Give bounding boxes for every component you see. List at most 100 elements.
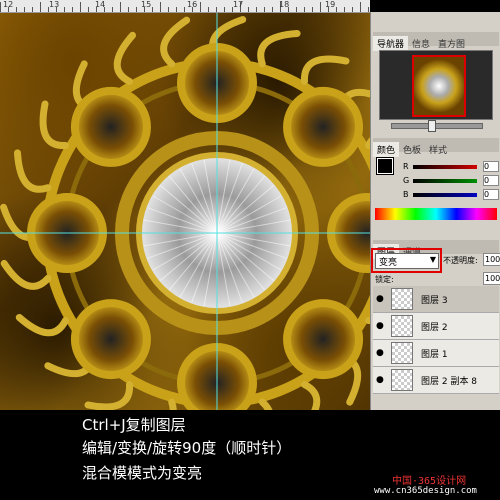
- ruler-tick: [0, 2, 1, 12]
- ruler-tick: [160, 2, 161, 12]
- tab-styles[interactable]: 样式: [425, 142, 451, 157]
- flame-ray: [0, 259, 52, 290]
- navigator-view-box[interactable]: [412, 55, 466, 117]
- ruler-label: 18: [279, 0, 290, 9]
- flame-ray: [300, 55, 350, 85]
- satellite-medallion: [70, 86, 151, 167]
- panels-dock: 导航器信息直方图 颜色色板样式 R0G0B0 图层通道 变亮 ▼ 不透明度: 1…: [370, 12, 500, 410]
- channel-label-g: G: [403, 176, 410, 185]
- satellite-medallion: [283, 86, 364, 167]
- layer-name: 图层 2 副本 8: [421, 377, 478, 387]
- ruler-tick: [320, 2, 321, 12]
- ruler-tick: [368, 7, 369, 12]
- ruler-tick: [176, 7, 177, 12]
- caption-line-3: 混合模模式为变亮: [82, 464, 203, 482]
- channel-slider-b[interactable]: [413, 193, 477, 197]
- flame-ray: [160, 16, 191, 68]
- ruler-tick: [112, 7, 113, 12]
- eye-icon[interactable]: ●: [376, 348, 384, 358]
- ruler-tick: [72, 7, 73, 12]
- navigator-preview[interactable]: [379, 50, 493, 120]
- ruler-tick: [216, 7, 217, 12]
- watermark-url: www.cn365design.com: [374, 486, 477, 496]
- ruler-tick: [344, 7, 345, 12]
- ruler-label: 16: [187, 0, 198, 9]
- ruler-tick: [32, 7, 33, 12]
- color-tabs: 颜色 色板 样式: [373, 138, 499, 157]
- flame-ray: [301, 381, 321, 410]
- layer-row[interactable]: ● 图层 2: [373, 313, 499, 340]
- ruler-tick: [136, 7, 137, 12]
- eye-icon[interactable]: ●: [376, 294, 384, 304]
- opacity-input[interactable]: 100%: [483, 253, 500, 266]
- ruler-tick: [80, 2, 81, 12]
- document-canvas[interactable]: 12 13 14 15 16 17 18 19: [0, 0, 370, 410]
- ruler-tick: [64, 7, 65, 12]
- ruler-tick: [88, 7, 89, 12]
- tab-swatches[interactable]: 色板: [399, 142, 425, 157]
- ruler-tick: [152, 7, 153, 12]
- ruler-tick: [208, 7, 209, 12]
- ruler-tick: [360, 2, 361, 12]
- flame-ray: [13, 149, 52, 193]
- navigator-tabs: 导航器 信息 直方图: [373, 32, 499, 51]
- color-spectrum-bar[interactable]: [375, 208, 497, 220]
- layer-thumbnail: [391, 315, 413, 337]
- fill-input[interactable]: 100%: [483, 272, 500, 285]
- channel-label-r: R: [403, 162, 409, 171]
- lock-label: 锁定:: [375, 275, 394, 284]
- eye-icon[interactable]: ●: [376, 375, 384, 385]
- watermark-title: 中国·365设计网: [392, 476, 467, 487]
- ruler-label: 17: [233, 0, 244, 9]
- flame-ray: [39, 100, 69, 150]
- ruler-tick: [120, 2, 121, 12]
- channel-value-g[interactable]: 0: [483, 175, 499, 186]
- layer-name: 图层 3: [421, 296, 448, 306]
- ruler-tick: [352, 7, 353, 12]
- layer-row[interactable]: ● 图层 2 副本 8: [373, 367, 499, 394]
- zoom-slider-thumb[interactable]: [428, 120, 436, 132]
- flame-ray: [113, 31, 137, 85]
- tab-info[interactable]: 信息: [408, 36, 434, 51]
- satellite-medallion: [70, 299, 151, 380]
- zoom-slider[interactable]: [391, 120, 483, 132]
- ruler-label: 19: [325, 0, 336, 9]
- tab-navigator[interactable]: 导航器: [373, 36, 409, 51]
- caption-area: Ctrl+J复制图层 编辑/变换/旋转90度（顺时针） 混合模模式为变亮 中国·…: [0, 410, 500, 500]
- satellite-medallion: [283, 299, 364, 380]
- artwork-svg: [0, 12, 370, 410]
- layer-row[interactable]: ● 图层 3: [373, 286, 499, 313]
- ruler-label: 15: [141, 0, 152, 9]
- caption-line-2: 编辑/变换/旋转90度（顺时针）: [82, 439, 292, 457]
- ruler-label: 13: [49, 0, 60, 9]
- ruler-tick: [128, 7, 129, 12]
- flame-ray: [15, 313, 69, 337]
- ruler-tick: [312, 7, 313, 12]
- caption-line-1: Ctrl+J复制图层: [82, 416, 186, 434]
- channel-slider-r[interactable]: [413, 165, 477, 169]
- ruler-tick: [304, 7, 305, 12]
- channel-slider-g[interactable]: [413, 179, 477, 183]
- tab-histogram[interactable]: 直方图: [434, 36, 469, 51]
- ruler-tick: [184, 7, 185, 12]
- layer-thumbnail: [391, 288, 413, 310]
- ruler-tick: [40, 2, 41, 12]
- flame-ray: [257, 29, 301, 68]
- ruler-label: 14: [95, 0, 106, 9]
- flame-ray: [168, 398, 177, 410]
- eye-icon[interactable]: ●: [376, 321, 384, 331]
- ruler-tick: [200, 2, 201, 12]
- layer-row[interactable]: ● 图层 1: [373, 340, 499, 367]
- foreground-color-swatch[interactable]: [376, 157, 394, 175]
- ornament: [0, 16, 370, 410]
- ruler-tick: [224, 7, 225, 12]
- tab-color[interactable]: 颜色: [373, 142, 400, 157]
- flame-ray: [84, 381, 134, 410]
- channel-value-r[interactable]: 0: [483, 161, 499, 172]
- ruler-tick: [24, 7, 25, 12]
- ruler-tick: [336, 7, 337, 12]
- channel-value-b[interactable]: 0: [483, 189, 499, 200]
- layer-thumbnail: [391, 369, 413, 391]
- ruler-label: 12: [3, 0, 14, 9]
- ruler-tick: [248, 7, 249, 12]
